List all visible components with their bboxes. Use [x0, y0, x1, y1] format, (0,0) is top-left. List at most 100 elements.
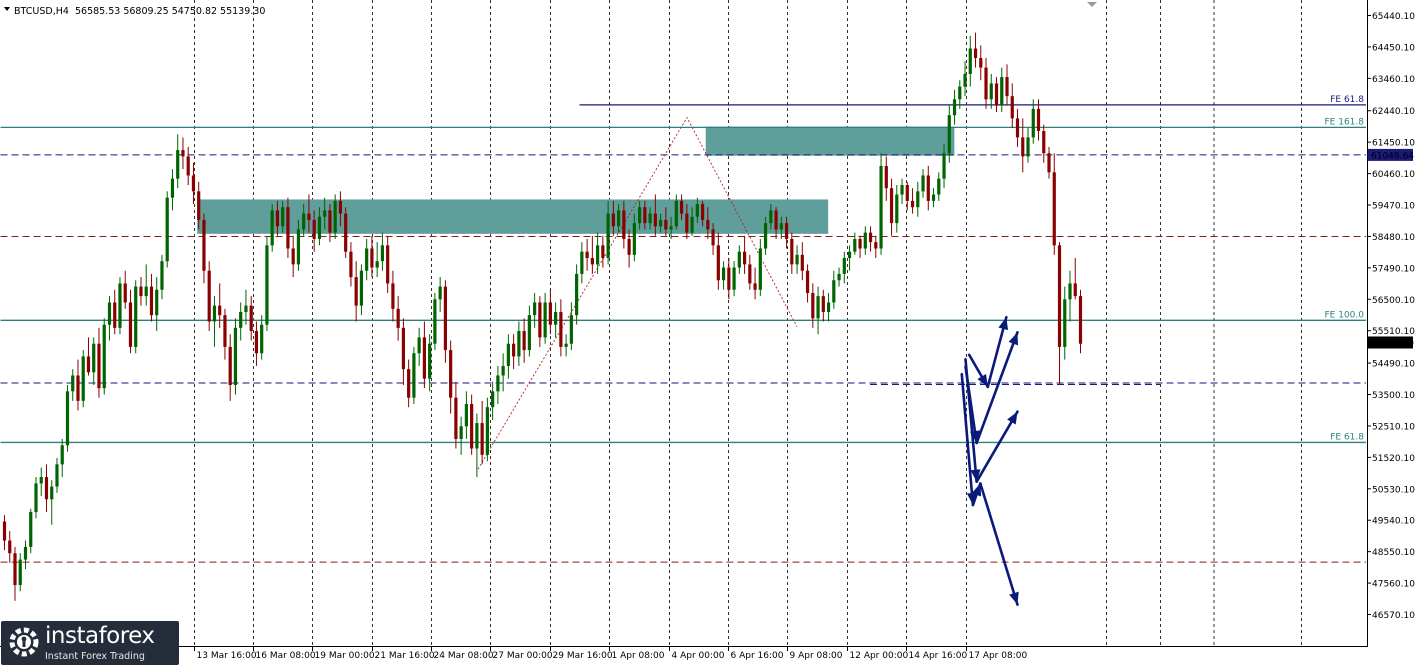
candle-body	[942, 153, 946, 179]
candle-body	[244, 305, 248, 312]
candle-body	[428, 343, 432, 379]
candle-body	[433, 299, 437, 344]
candle-body	[826, 302, 831, 312]
price-tick-label: 65440.10	[1372, 12, 1415, 22]
candle-body	[265, 245, 269, 325]
price-tick-label: 53500.10	[1372, 391, 1415, 401]
candle-body	[989, 83, 993, 100]
level-label: FE 61.8	[1330, 95, 1364, 105]
candle-body	[753, 283, 757, 290]
candle-body	[1042, 131, 1046, 154]
candle-body	[590, 258, 594, 265]
candle-body	[973, 48, 978, 59]
candle-body	[144, 286, 148, 297]
candle-body	[674, 200, 678, 227]
candle-body	[569, 315, 573, 344]
candle-body	[160, 261, 164, 290]
candle-body	[281, 207, 285, 227]
candle-body	[527, 315, 531, 351]
candle-body	[622, 210, 626, 239]
candle-body	[307, 213, 311, 220]
candle-body	[92, 343, 96, 373]
candle-body	[380, 245, 385, 262]
candle-body	[417, 337, 421, 354]
time-tick-label: 16 Mar 08:00	[256, 651, 316, 661]
gear-logo-icon	[9, 627, 39, 657]
time-tick-label: 24 Mar 08:00	[434, 651, 494, 661]
chart-window: FE 61.8 FE 161.8 FE 100.0 FE 61.8 65440.10 6…	[0, 0, 1419, 666]
candle-body	[952, 99, 957, 116]
candle-body	[921, 175, 925, 192]
time-tick-label: 14 Apr 16:00	[909, 651, 968, 661]
candle-body	[742, 251, 747, 265]
candle-body	[228, 346, 232, 385]
ohlc-readout: 56585.53 56809.25 54750.82 55139.30	[75, 6, 265, 17]
candle-body	[323, 210, 327, 217]
candle-body	[223, 315, 227, 347]
candle-body	[328, 210, 332, 233]
candle-body	[559, 311, 563, 347]
candle-body	[601, 245, 605, 259]
candle-body	[617, 210, 621, 227]
candle-body	[926, 175, 930, 201]
candle-body	[506, 343, 510, 366]
candle-body	[889, 188, 894, 224]
candle-body	[113, 302, 117, 328]
time-tick-label: 21 Mar 16:00	[375, 651, 435, 661]
candle-body	[181, 150, 185, 157]
candle-body	[1068, 283, 1072, 300]
candle-body	[580, 251, 584, 274]
candle-body	[1031, 108, 1035, 138]
price-tick-label: 49540.10	[1372, 517, 1415, 527]
candle-body	[475, 423, 479, 449]
candle-body	[947, 115, 951, 154]
candle-body	[239, 311, 243, 328]
candle-body	[1000, 77, 1004, 106]
time-tick-label: 13 Mar 16:00	[197, 651, 257, 661]
time-tick-label: 19 Mar 00:00	[315, 651, 375, 661]
candle-body	[979, 58, 983, 68]
time-tick-label: 27 Mar 00:00	[493, 651, 553, 661]
candle-body	[202, 219, 206, 271]
candle-body	[1052, 172, 1056, 246]
current-price-tag: 55139.30	[1371, 339, 1414, 349]
symbol-label: BTCUSD,H4	[14, 6, 69, 17]
candle-body	[296, 229, 301, 265]
candle-body	[900, 185, 904, 195]
candle-body	[302, 213, 306, 230]
candle-body	[784, 223, 789, 239]
candle-body	[737, 251, 741, 268]
candle-body	[968, 48, 972, 74]
candle-body	[275, 210, 280, 227]
candle-body	[412, 353, 416, 398]
candle-body	[2, 521, 7, 541]
candle-body	[895, 194, 899, 224]
candle-body	[491, 391, 495, 408]
candle-body	[853, 238, 857, 252]
price-chart[interactable]: FE 61.8 FE 161.8 FE 100.0 FE 61.8 65440.10 6…	[0, 0, 1419, 666]
price-tick-label: 46570.10	[1372, 611, 1415, 621]
candle-body	[50, 486, 54, 500]
candle-body	[721, 267, 726, 281]
candle-body	[65, 391, 70, 446]
candle-body	[454, 397, 458, 439]
candle-body	[464, 404, 468, 427]
candle-body	[233, 327, 238, 385]
candle-body	[485, 407, 489, 455]
candle-body	[459, 426, 463, 439]
candle-body	[868, 232, 873, 243]
candle-body	[748, 264, 752, 284]
candle-body	[679, 200, 684, 214]
candle-body	[312, 219, 316, 239]
price-tick-label: 47560.10	[1372, 580, 1415, 590]
candle-body	[155, 289, 159, 316]
candle-body	[795, 254, 799, 265]
candle-body	[407, 369, 411, 398]
candle-body	[139, 286, 143, 297]
candle-body	[44, 477, 49, 500]
zone-rectangle	[705, 126, 955, 156]
candle-body	[270, 210, 274, 246]
candle-body	[1005, 77, 1009, 97]
candle-body	[107, 302, 112, 325]
candle-body	[653, 213, 657, 227]
